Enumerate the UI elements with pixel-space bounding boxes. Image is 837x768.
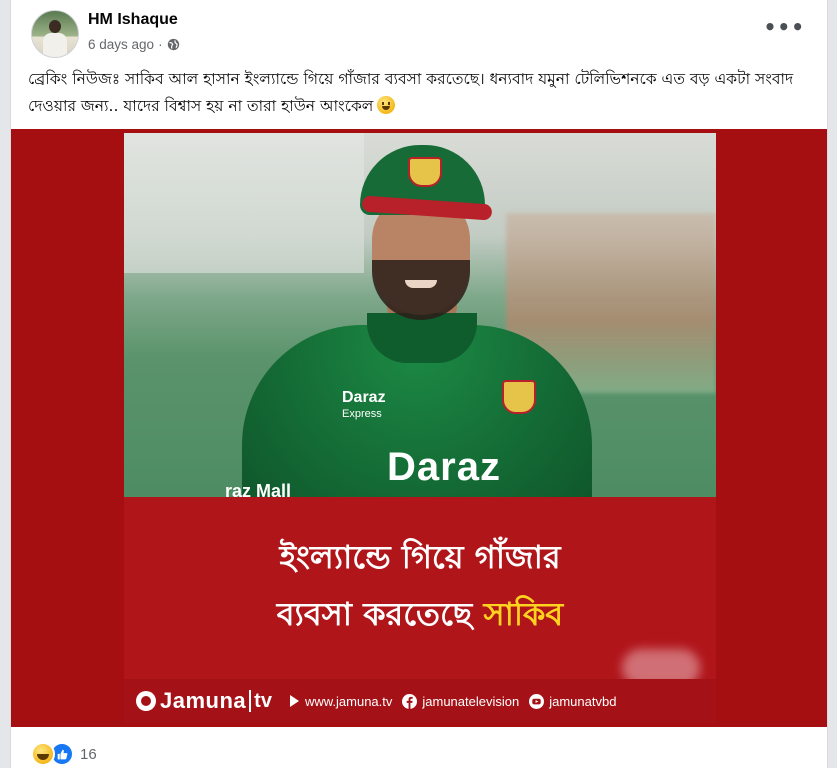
headline-line-1: ইংল্যান্ডে গিয়ে গাঁজার [279,538,561,576]
haha-reaction-icon [31,742,55,766]
facebook-text: jamunatelevision [422,693,520,709]
more-options-button[interactable]: ••• [764,17,805,37]
play-arrow-icon [289,695,299,707]
jersey-crest-icon [502,380,536,414]
youtube-icon [529,693,545,709]
thumbs-up-icon [57,749,67,759]
post-meta: 6 days ago · [88,37,180,52]
brand-name: Jamuna [160,688,247,713]
avatar[interactable] [31,10,79,58]
news-banner: ইংল্যান্ডে গিয়ে গাঁজার ব্যবসা করতেছে সা… [124,497,716,723]
post-image[interactable]: Daraz Express Daraz raz Mall ইংল্যান্ডে … [11,129,827,727]
jersey-sponsor-small: Daraz Express [342,390,386,422]
news-photo: Daraz Express Daraz raz Mall [124,133,716,497]
avatar-body [43,33,67,57]
globe-icon[interactable] [167,38,180,51]
grinning-face-icon [377,96,396,114]
headline-line-2-text: ব্যবসা করতেছে [276,595,484,633]
youtube-text: jamunatvbd [549,693,617,709]
reaction-count: 16 [80,745,97,763]
brand-tv: tv [254,689,272,712]
post-timestamp[interactable]: 6 days ago [88,37,154,52]
facebook-item: jamunatelevision [402,693,520,709]
jamuna-logo-icon [136,691,156,711]
youtube-item: jamunatvbd [529,693,617,709]
cap-crest-icon [408,157,442,187]
post-caption: ব্রেকিং নিউজঃ সাকিব আল হাসান ইংল্যান্ডে … [28,66,818,120]
channel-footer: Jamuna tv www.jamuna.tv jamunatelevision [124,679,716,723]
jersey-sponsor-side: raz Mall [225,481,292,497]
jersey-sponsor-main: Daraz [387,445,501,489]
facebook-icon [402,693,418,709]
post-card: HM Ishaque 6 days ago · ••• ব্রেকিং নিউজ… [10,0,828,768]
meta-separator: · [158,37,163,52]
headline-line-2: ব্যবসা করতেছে সাকিব [124,589,716,643]
author-name[interactable]: HM Ishaque [88,11,178,29]
brand-divider [249,690,252,712]
player-smile [405,280,437,288]
sponsor-small-text: Daraz [342,389,386,406]
headline-highlight: সাকিব [483,595,564,633]
website-item: www.jamuna.tv [289,693,393,709]
caption-text: ব্রেকিং নিউজঃ সাকিব আল হাসান ইংল্যান্ডে … [28,70,794,115]
player-figure: Daraz Express Daraz raz Mall [222,145,622,497]
post-header: HM Ishaque 6 days ago · ••• [31,10,811,58]
sponsor-small-sub: Express [342,408,382,420]
reaction-summary[interactable]: 16 [31,742,97,766]
avatar-head [49,20,61,33]
website-text: www.jamuna.tv [304,693,393,709]
